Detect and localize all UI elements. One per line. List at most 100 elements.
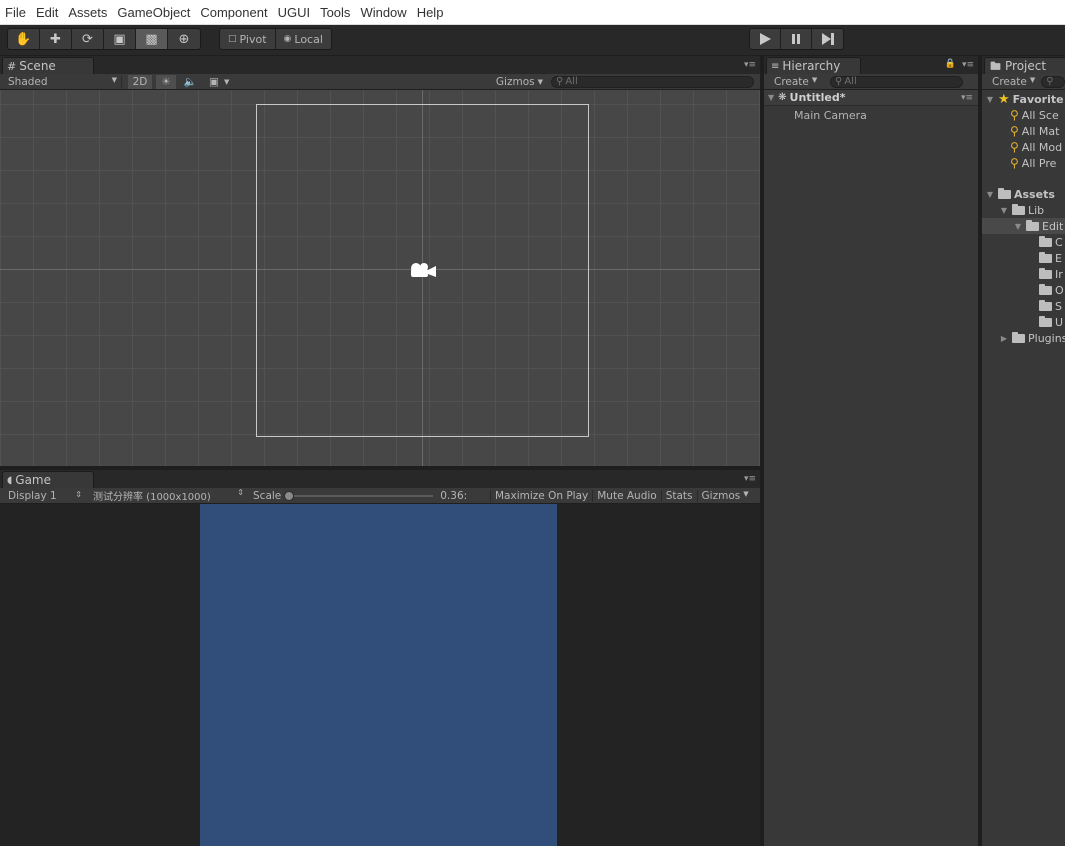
tab-project[interactable]: Project (984, 57, 1065, 74)
hierarchy-tabbar: ≡ Hierarchy 🔒 ▾≡ (764, 56, 978, 74)
editor-label: Edit (1042, 219, 1064, 233)
panel-menu-icon[interactable]: ▾≡ (744, 474, 756, 484)
menu-component[interactable]: Component (195, 5, 272, 20)
scale-label: Scale (253, 489, 282, 502)
scale-tool-icon[interactable]: ▣ (104, 29, 136, 49)
plugins-label: Plugins (1028, 331, 1065, 345)
camera-gizmo-icon[interactable] (408, 260, 438, 283)
subfolder-row[interactable]: S (1039, 298, 1062, 314)
menu-help[interactable]: Help (412, 5, 449, 20)
dropdown-arrow-icon: ▼ (1029, 75, 1036, 84)
tab-hierarchy[interactable]: ≡ Hierarchy (766, 57, 861, 74)
project-create-dropdown[interactable]: Create ▼ (982, 76, 1035, 88)
shading-mode-value: Shaded (8, 75, 48, 88)
collapse-triangle-icon[interactable]: ▶ (999, 334, 1009, 343)
rotate-tool-icon[interactable]: ⟳ (72, 29, 104, 49)
lighting-toggle-icon[interactable]: ☀ (156, 74, 176, 89)
scene-gizmos-dropdown[interactable]: Gizmos ▼ (496, 76, 551, 88)
display-value: Display 1 (8, 489, 57, 502)
hierarchy-controls: Create ▼ ⚲ All (764, 74, 978, 90)
updown-arrow-icon: ⇕ (75, 489, 82, 499)
game-viewport[interactable] (0, 504, 760, 846)
effects-dropdown-icon[interactable]: ▼ (224, 78, 229, 86)
search-icon: ⚲ (1010, 108, 1019, 122)
subfolder-row[interactable]: U (1039, 314, 1063, 330)
menu-gameobject[interactable]: GameObject (112, 5, 195, 20)
editor-folder-row[interactable]: ▼ Edit (982, 218, 1065, 234)
menu-edit[interactable]: Edit (31, 5, 63, 20)
subfolder-row[interactable]: Ir (1039, 266, 1063, 282)
hierarchy-item-label: Main Camera (794, 108, 867, 122)
rect-tool-icon[interactable]: ▩ (136, 29, 168, 49)
effects-toggle-icon[interactable]: ▣ (204, 76, 224, 88)
plugins-folder-row[interactable]: ▶ Plugins (999, 330, 1065, 346)
expand-triangle-icon[interactable]: ▼ (999, 206, 1009, 215)
scale-slider[interactable]: Scale 0.36: (248, 490, 490, 502)
step-icon[interactable] (812, 29, 843, 49)
play-icon[interactable] (750, 29, 781, 49)
mute-audio-toggle[interactable]: Mute Audio (592, 489, 660, 502)
assets-row[interactable]: ▼ Assets (985, 186, 1055, 202)
tab-scene[interactable]: # Scene (2, 57, 94, 74)
scene-menu-icon[interactable]: ▾≡ (961, 93, 973, 103)
pause-icon[interactable] (781, 29, 812, 49)
favorite-item[interactable]: ⚲ All Mat (1010, 123, 1059, 139)
expand-triangle-icon[interactable]: ▼ (768, 93, 774, 102)
hierarchy-search-input[interactable]: ⚲ All (830, 75, 963, 88)
maximize-on-play-toggle[interactable]: Maximize On Play (490, 489, 592, 502)
hierarchy-tree: ▼ ❋ Untitled* ▾≡ Main Camera (764, 90, 978, 846)
search-icon: ⚲ (1010, 140, 1019, 154)
subfolder-label: S (1055, 299, 1062, 313)
hierarchy-create-dropdown[interactable]: Create ▼ (764, 76, 824, 88)
favorite-label: All Mat (1021, 124, 1060, 138)
subfolder-label: E (1055, 251, 1062, 265)
shading-mode-dropdown[interactable]: Shaded ▼ (0, 75, 122, 88)
expand-triangle-icon[interactable]: ▼ (985, 95, 995, 104)
pivot-button[interactable]: □ Pivot (220, 29, 276, 49)
menu-assets[interactable]: Assets (63, 5, 112, 20)
transform-tool-icon[interactable]: ⊕ (168, 29, 200, 49)
resolution-dropdown[interactable]: 测试分辨率 (1000x1000) ⇕ (86, 488, 248, 503)
subfolder-row[interactable]: C (1039, 234, 1063, 250)
favorite-item[interactable]: ⚲ All Pre (1010, 155, 1056, 171)
scale-thumb[interactable] (284, 490, 295, 501)
lib-folder-row[interactable]: ▼ Lib (999, 202, 1044, 218)
scene-row[interactable]: ▼ ❋ Untitled* ▾≡ (764, 90, 978, 106)
subfolder-row[interactable]: E (1039, 250, 1062, 266)
scene-search-input[interactable]: ⚲ All (551, 75, 754, 88)
2d-toggle-button[interactable]: 2D (128, 74, 152, 89)
game-gizmos-dropdown[interactable]: Gizmos ▼ (696, 489, 753, 502)
display-dropdown[interactable]: Display 1 ⇕ (0, 490, 86, 502)
hand-tool-icon[interactable]: ✋ (8, 29, 40, 49)
folder-icon (998, 187, 1011, 199)
hierarchy-item[interactable]: Main Camera (764, 107, 978, 123)
tab-game[interactable]: ◖ Game (2, 471, 94, 488)
scene-viewport[interactable] (0, 90, 760, 466)
menu-file[interactable]: File (0, 5, 31, 20)
search-icon: ⚲ (1010, 156, 1019, 170)
move-tool-icon[interactable]: ✚ (40, 29, 72, 49)
updown-arrow-icon: ⇕ (237, 488, 244, 497)
expand-triangle-icon[interactable]: ▼ (985, 190, 995, 199)
stats-toggle[interactable]: Stats (660, 489, 697, 502)
expand-triangle-icon[interactable]: ▼ (1013, 222, 1023, 231)
folder-icon (1026, 219, 1039, 231)
favorite-item[interactable]: ⚲ All Sce (1010, 107, 1059, 123)
favorite-item[interactable]: ⚲ All Mod (1010, 139, 1062, 155)
menu-tools[interactable]: Tools (315, 5, 355, 20)
menu-ugui[interactable]: UGUI (273, 5, 316, 20)
panel-menu-icon[interactable]: ▾≡ (744, 60, 756, 70)
folder-icon (1039, 235, 1052, 247)
pivot-icon: □ (228, 34, 237, 44)
lock-icon[interactable]: 🔒 (945, 59, 956, 69)
panel-menu-icon[interactable]: ▾≡ (962, 60, 974, 70)
local-button[interactable]: ◉ Local (276, 29, 331, 49)
favorites-row[interactable]: ▼ ★ Favorite (985, 91, 1064, 107)
menu-window[interactable]: Window (355, 5, 411, 20)
folder-icon (1012, 203, 1025, 215)
subfolder-row[interactable]: O (1039, 282, 1064, 298)
horizontal-splitter[interactable] (0, 466, 760, 470)
scale-track[interactable] (284, 490, 434, 501)
project-search-input[interactable]: ⚲ (1041, 75, 1065, 88)
audio-toggle-icon[interactable]: 🔈 (180, 75, 200, 88)
